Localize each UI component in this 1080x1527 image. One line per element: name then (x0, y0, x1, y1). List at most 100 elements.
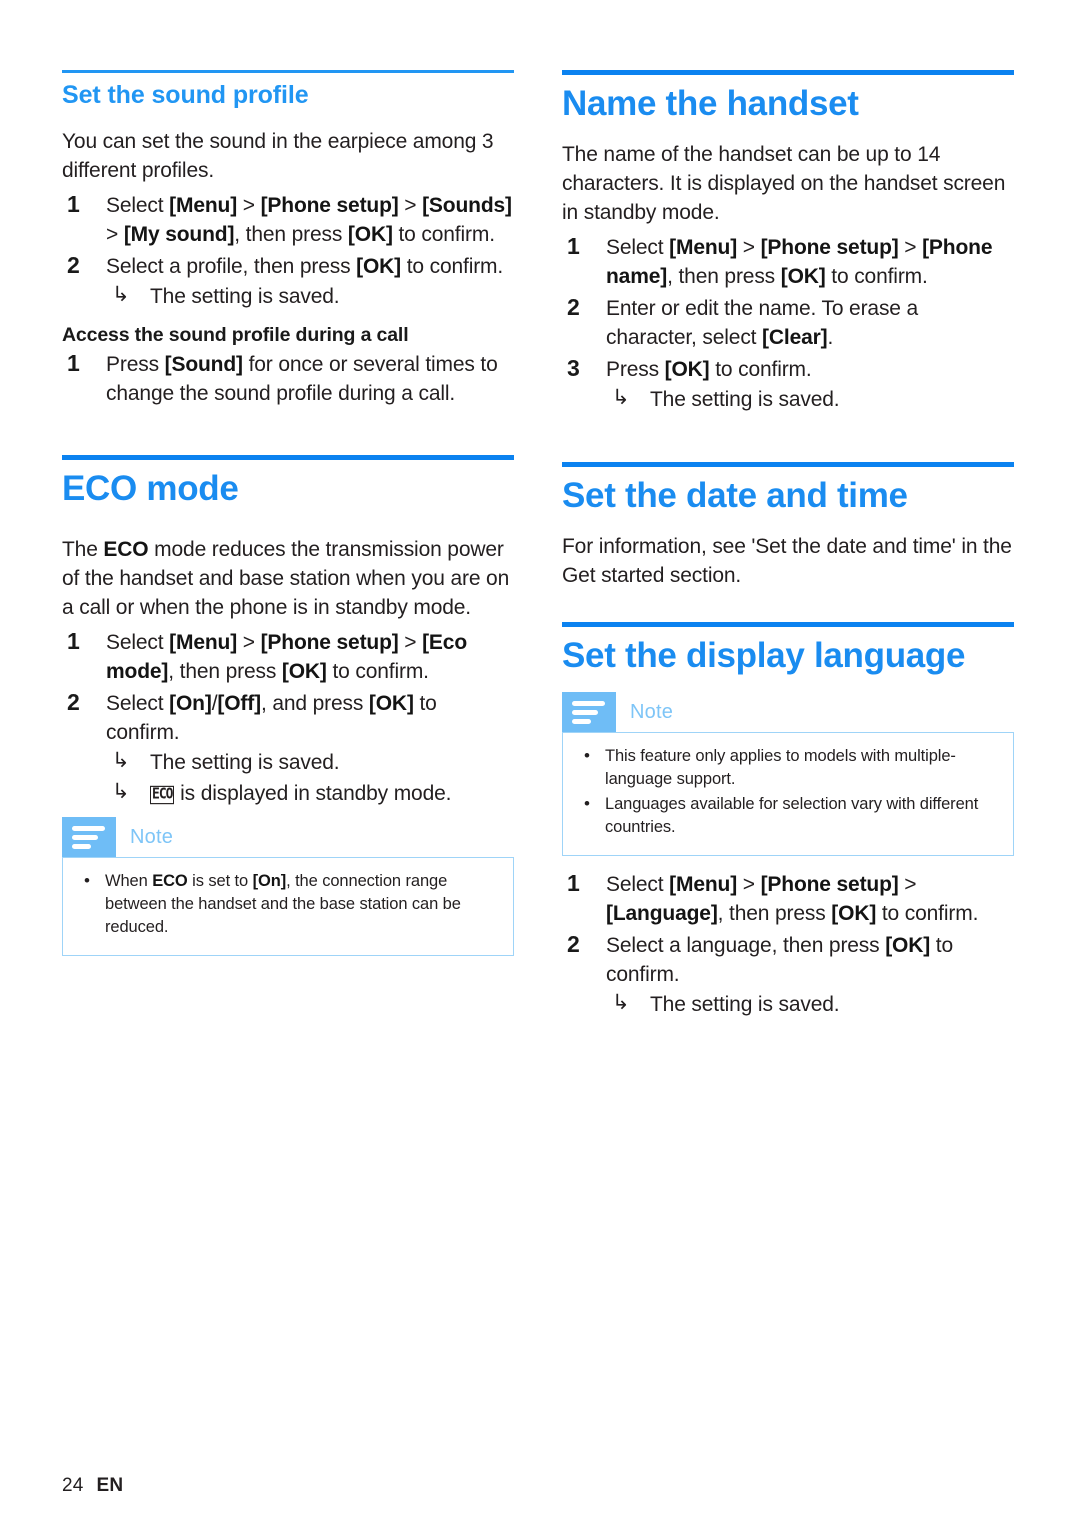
key-label: [Menu] (169, 631, 238, 654)
section-rule (562, 622, 1014, 627)
step-item: 2 Select a language, then press [OK] to c… (562, 931, 1014, 1020)
note-item: • When ECO is set to [On], the connection… (84, 871, 461, 936)
key-label: [Sound] (164, 353, 243, 376)
eco-indicator-icon: ECO (150, 785, 175, 805)
note-box-eco: Note • When ECO is set to [On], the conne… (62, 817, 514, 956)
page-footer: 24 EN (62, 1475, 123, 1497)
key-label: [OK] (281, 660, 327, 683)
step-number: 2 (67, 252, 80, 278)
step-text: Press [Sound] for once or several times … (106, 353, 498, 405)
page-title-set-date-time: Set the date and time (562, 476, 908, 515)
result-arrow-icon: ↳ (112, 780, 130, 803)
step-text: Select [Menu] > [Phone setup] > [Eco mod… (106, 631, 468, 683)
section-eco-mode: ECO mode The ECO mode reduces the transm… (62, 455, 514, 956)
step-item: 2 Enter or edit the name. To erase a char… (562, 294, 1014, 352)
key-label: [Phone setup] (260, 631, 399, 654)
step-text: Select a profile, then press [OK] to con… (106, 255, 504, 278)
two-column-layout: Set the sound profile You can set the so… (62, 70, 1028, 1023)
key-label: [OK] (347, 223, 393, 246)
key-label: ECO (103, 538, 149, 561)
step-text: Select [Menu] > [Phone setup] > [Sounds]… (106, 194, 512, 246)
key-label: [Language] (606, 902, 718, 925)
section-name-the-handset: Name the handset The name of the handset… (562, 70, 1014, 415)
step-number: 1 (567, 233, 580, 259)
page-title-eco-mode: ECO mode (62, 469, 239, 508)
key-label: [On] (252, 872, 287, 890)
steps-sound-profile: 1 Select [Menu] > [Phone setup] > [Sounds… (62, 191, 514, 312)
note-item: • Languages available for selection vary … (584, 794, 979, 836)
note-tab: Note (562, 692, 1014, 732)
note-body: • This feature only applies to models wit… (562, 732, 1014, 856)
key-label: [Phone setup] (760, 236, 899, 259)
step-result: ↳ The setting is saved. (606, 990, 1014, 1020)
key-label: [Clear] (762, 326, 828, 349)
note-tab: Note (62, 817, 514, 857)
page-title-set-display-language: Set the display language (562, 636, 966, 675)
page-title-name-handset: Name the handset (562, 84, 859, 123)
step-text: Select [Menu] > [Phone setup] > [Languag… (606, 873, 979, 925)
intro-text: The ECO mode reduces the transmission po… (62, 538, 510, 619)
key-label: [OK] (780, 265, 826, 288)
manual-page: Set the sound profile You can set the so… (0, 0, 1080, 1527)
intro-text: For information, see 'Set the date and t… (562, 535, 1012, 587)
steps-eco-mode: 1 Select [Menu] > [Phone setup] > [Eco mo… (62, 628, 514, 809)
section-set-the-sound-profile: Set the sound profile You can set the so… (62, 70, 514, 408)
steps-name-handset: 1 Select [Menu] > [Phone setup] > [Phone … (562, 233, 1014, 415)
key-label: ECO (152, 872, 188, 890)
result-arrow-icon: ↳ (612, 386, 630, 409)
note-lines-icon (562, 692, 616, 732)
right-column: Name the handset The name of the handset… (562, 70, 1014, 1023)
step-item: 1 Select [Menu] > [Phone setup] > [Eco mo… (62, 628, 514, 686)
note-title: Note (130, 825, 174, 848)
subheading-access-sound-profile: Access the sound profile during a call (62, 324, 409, 346)
key-label: [Off] (217, 692, 261, 715)
step-result: ↳ The setting is saved. (106, 748, 514, 778)
key-label: [OK] (356, 255, 402, 278)
step-number: 1 (67, 628, 80, 654)
step-item: 2 Select a profile, then press [OK] to co… (62, 252, 514, 312)
result-arrow-icon: ↳ (112, 283, 130, 306)
bullet-icon: • (584, 746, 590, 765)
key-label: [OK] (664, 358, 710, 381)
step-number: 2 (567, 294, 580, 320)
note-list: • This feature only applies to models wit… (577, 745, 999, 839)
key-label: [OK] (885, 934, 931, 957)
footer-page-number: 24 (62, 1475, 84, 1496)
key-label: [On] (169, 692, 212, 715)
page-title-set-sound-profile: Set the sound profile (62, 81, 309, 109)
key-label: [Menu] (669, 873, 738, 896)
step-result: ↳ The setting is saved. (606, 385, 1014, 415)
step-text: Enter or edit the name. To erase a chara… (606, 297, 919, 349)
key-label: [Phone setup] (760, 873, 899, 896)
step-item: 3 Press [OK] to confirm. ↳ The setting is s… (562, 355, 1014, 415)
note-list: • When ECO is set to [On], the connection… (77, 870, 499, 939)
step-item: 1 Select [Menu] > [Phone setup] > [Phone … (562, 233, 1014, 291)
step-number: 2 (567, 931, 580, 957)
key-label: [OK] (368, 692, 414, 715)
bullet-icon: • (584, 794, 590, 813)
note-item: • This feature only applies to models wit… (584, 746, 956, 788)
note-title: Note (630, 700, 674, 723)
step-result: ↳ The setting is saved. (106, 282, 514, 312)
left-column: Set the sound profile You can set the so… (62, 70, 514, 956)
key-label: [Sounds] (422, 194, 512, 217)
steps-access-sound-profile: 1 Press [Sound] for once or several times… (62, 350, 514, 408)
step-result: ↳ ECO is displayed in standby mode. (106, 779, 514, 809)
step-text: Select [Menu] > [Phone setup] > [Phone n… (606, 236, 993, 288)
footer-language-code: EN (96, 1475, 124, 1496)
step-number: 1 (67, 350, 80, 376)
note-lines-icon (62, 817, 116, 857)
step-text: Select [On]/[Off], and press [OK] to con… (106, 692, 437, 744)
step-item: 1 Press [Sound] for once or several times… (62, 350, 514, 408)
result-arrow-icon: ↳ (612, 991, 630, 1014)
step-number: 1 (567, 870, 580, 896)
step-number: 3 (567, 355, 580, 381)
section-set-display-language: Set the display language Note • This feat… (562, 622, 1014, 1020)
key-label: [Phone setup] (260, 194, 399, 217)
step-number: 1 (67, 191, 80, 217)
step-text: Press [OK] to confirm. (606, 358, 812, 381)
step-number: 2 (67, 689, 80, 715)
